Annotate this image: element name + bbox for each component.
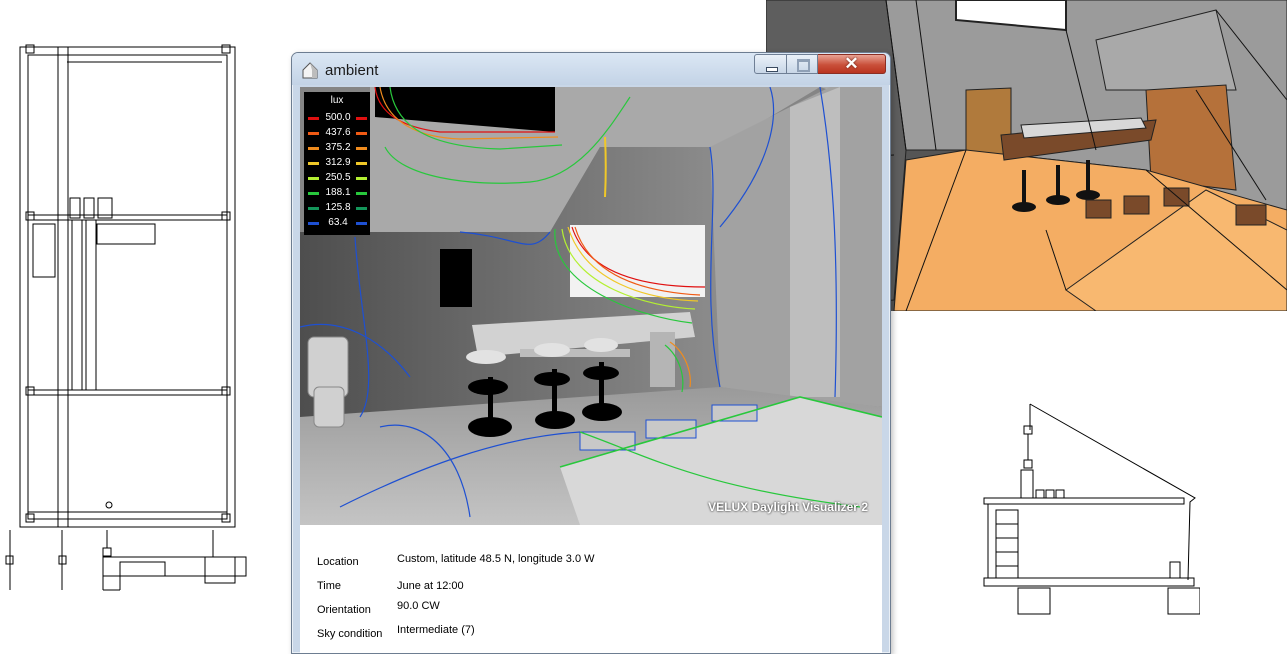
legend-entry: 437.6 [304, 126, 370, 140]
time-value: June at 12:00 [397, 580, 464, 592]
section-drawing [983, 403, 1200, 615]
location-value: Custom, latitude 48.5 N, longitude 3.0 W [397, 553, 595, 565]
info-row-location: Location Custom, latitude 48.5 N, longit… [317, 553, 877, 573]
legend-entry: 375.2 [304, 141, 370, 155]
orientation-value: 90.0 CW [397, 600, 440, 612]
legend-entry: 312.9 [304, 156, 370, 170]
render-image [300, 87, 882, 525]
close-icon: ✕ [844, 54, 859, 73]
house-icon [302, 62, 318, 79]
sky-condition-label: Sky condition [317, 628, 383, 640]
legend-entry: 500.0 [304, 111, 370, 125]
window-title: ambient [325, 62, 379, 79]
location-label: Location [317, 556, 359, 568]
close-button[interactable]: ✕ [818, 54, 886, 74]
time-label: Time [317, 580, 342, 592]
info-row-sky: Sky condition Intermediate (7) [317, 622, 877, 642]
elevation-drawing [5, 44, 247, 591]
legend-entry: 250.5 [304, 171, 370, 185]
orientation-label: Orientation [317, 604, 371, 616]
luminance-render: lux 500.0 437.6 375.2 312.9 250.5 188.1 … [300, 87, 882, 525]
legend-unit: lux [330, 95, 344, 106]
ambient-window: ambient ✕ lux 500.0 437.6 375.2 312.9 25… [291, 52, 891, 654]
info-row-orientation: Orientation 90.0 CW [317, 598, 877, 618]
minimize-button[interactable] [754, 54, 787, 74]
velux-watermark: VELUX Daylight Visualizer 2 [708, 500, 868, 514]
legend-entry: 188.1 [304, 186, 370, 200]
info-row-time: Time June at 12:00 [317, 577, 877, 597]
legend-entry: 63.4 [304, 216, 370, 230]
lux-legend: lux 500.0 437.6 375.2 312.9 250.5 188.1 … [304, 92, 370, 235]
maximize-button[interactable] [787, 54, 818, 74]
legend-entry: 125.8 [304, 201, 370, 215]
window-content: lux 500.0 437.6 375.2 312.9 250.5 188.1 … [300, 87, 882, 653]
sky-condition-value: Intermediate (7) [397, 624, 475, 636]
title-bar[interactable]: ambient ✕ [292, 53, 890, 85]
